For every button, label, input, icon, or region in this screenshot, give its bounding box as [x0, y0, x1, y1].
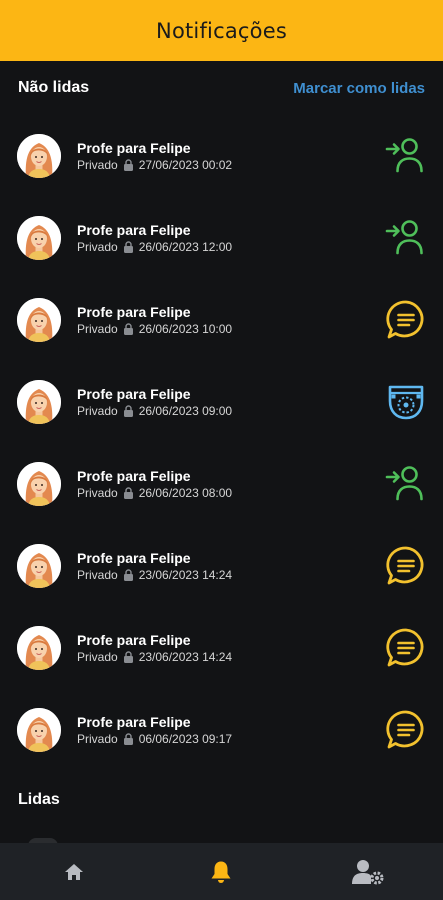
- lock-icon: [123, 487, 133, 499]
- notification-visibility: Privado: [77, 567, 118, 582]
- check-in-icon: [385, 463, 427, 505]
- notification-datetime: 06/06/2023 09:17: [138, 731, 233, 746]
- notification-item[interactable]: Profe para Felipe Privado 26/06/2023 09:…: [0, 361, 443, 443]
- notification-meta: Profe para Felipe Privado 26/06/2023 09:…: [77, 386, 385, 419]
- notification-details: Privado 23/06/2023 14:24: [77, 568, 385, 583]
- notification-details: Privado 23/06/2023 14:24: [77, 650, 385, 665]
- notification-item[interactable]: Profe para Felipe Privado 26/06/2023 08:…: [0, 443, 443, 525]
- notification-sender: Profe para Felipe: [77, 221, 191, 238]
- avatar: [17, 626, 61, 670]
- avatar: [17, 380, 61, 424]
- notification-visibility: Privado: [77, 485, 118, 500]
- notification-datetime: 26/06/2023 09:00: [138, 403, 233, 418]
- notification-datetime: 26/06/2023 10:00: [138, 321, 233, 336]
- notification-sender: Profe para Felipe: [77, 467, 191, 484]
- nav-home-button[interactable]: [44, 843, 104, 900]
- notification-meta: Profe para Felipe Privado 26/06/2023 10:…: [77, 304, 385, 337]
- notification-meta: Profe para Felipe Privado 06/06/2023 09:…: [77, 714, 385, 747]
- unread-notification-list: Profe para Felipe Privado 27/06/2023 00:…: [0, 115, 443, 771]
- notification-item[interactable]: Profe para Felipe Privado 23/06/2023 14:…: [0, 607, 443, 689]
- notification-item[interactable]: Profe para Felipe Privado 23/06/2023 14:…: [0, 525, 443, 607]
- notification-datetime: 26/06/2023 12:00: [138, 239, 233, 254]
- message-icon: [385, 627, 427, 669]
- avatar: [17, 708, 61, 752]
- check-in-icon: [385, 217, 427, 259]
- notification-sender: Profe para Felipe: [77, 303, 191, 320]
- nav-bell-button[interactable]: [191, 843, 251, 900]
- message-icon: [385, 545, 427, 587]
- notification-meta: Profe para Felipe Privado 23/06/2023 14:…: [77, 632, 385, 665]
- lock-icon: [123, 651, 133, 663]
- bottom-navigation: [0, 843, 443, 900]
- notification-item[interactable]: Profe para Felipe Privado 26/06/2023 10:…: [0, 279, 443, 361]
- check-in-icon: [385, 135, 427, 177]
- notification-datetime: 26/06/2023 08:00: [138, 485, 233, 500]
- notification-meta: Profe para Felipe Privado 27/06/2023 00:…: [77, 140, 385, 173]
- nav-user-settings-button[interactable]: [339, 843, 399, 900]
- unread-section-title: Não lidas: [18, 79, 90, 96]
- notification-datetime: 23/06/2023 14:24: [138, 649, 233, 664]
- lock-icon: [123, 405, 133, 417]
- notification-visibility: Privado: [77, 321, 118, 336]
- notification-details: Privado 26/06/2023 08:00: [77, 486, 385, 501]
- lock-icon: [123, 241, 133, 253]
- notification-item[interactable]: Profe para Felipe Privado 06/06/2023 09:…: [0, 689, 443, 771]
- notification-visibility: Privado: [77, 731, 118, 746]
- notification-meta: Profe para Felipe Privado 26/06/2023 08:…: [77, 468, 385, 501]
- message-icon: [385, 709, 427, 751]
- notification-details: Privado 26/06/2023 09:00: [77, 404, 385, 419]
- notification-sender: Profe para Felipe: [77, 385, 191, 402]
- mark-all-read-button[interactable]: Marcar como lidas: [293, 80, 425, 97]
- avatar: [17, 134, 61, 178]
- notification-item[interactable]: Profe para Felipe Privado 26/06/2023 12:…: [0, 197, 443, 279]
- page-title: Notificações: [156, 18, 287, 43]
- avatar: [17, 216, 61, 260]
- read-section-header: Lidas: [0, 774, 443, 826]
- avatar: [17, 298, 61, 342]
- notification-visibility: Privado: [77, 649, 118, 664]
- notification-datetime: 27/06/2023 00:02: [138, 157, 233, 172]
- notification-sender: Profe para Felipe: [77, 549, 191, 566]
- notification-details: Privado 26/06/2023 10:00: [77, 322, 385, 337]
- notification-sender: Profe para Felipe: [77, 139, 191, 156]
- avatar: [17, 462, 61, 506]
- message-icon: [385, 299, 427, 341]
- avatar: [17, 544, 61, 588]
- notification-datetime: 23/06/2023 14:24: [138, 567, 233, 582]
- notification-meta: Profe para Felipe Privado 26/06/2023 12:…: [77, 222, 385, 255]
- notification-visibility: Privado: [77, 239, 118, 254]
- notification-sender: Profe para Felipe: [77, 631, 191, 648]
- lock-icon: [123, 323, 133, 335]
- home-icon: [63, 861, 85, 883]
- bell-icon: [208, 859, 234, 885]
- notification-visibility: Privado: [77, 157, 118, 172]
- app-header: Notificações: [0, 0, 443, 61]
- notification-visibility: Privado: [77, 403, 118, 418]
- read-section-title: Lidas: [18, 791, 60, 808]
- lock-icon: [123, 569, 133, 581]
- notification-details: Privado 27/06/2023 00:02: [77, 158, 385, 173]
- user-settings-icon: [352, 858, 386, 886]
- diaper-icon: [385, 381, 427, 423]
- notification-item[interactable]: Profe para Felipe Privado 27/06/2023 00:…: [0, 115, 443, 197]
- notification-meta: Profe para Felipe Privado 23/06/2023 14:…: [77, 550, 385, 583]
- notification-sender: Profe para Felipe: [77, 713, 191, 730]
- unread-section-header: Não lidas Marcar como lidas: [0, 61, 443, 115]
- notification-details: Privado 06/06/2023 09:17: [77, 732, 385, 747]
- lock-icon: [123, 159, 133, 171]
- lock-icon: [123, 733, 133, 745]
- notification-details: Privado 26/06/2023 12:00: [77, 240, 385, 255]
